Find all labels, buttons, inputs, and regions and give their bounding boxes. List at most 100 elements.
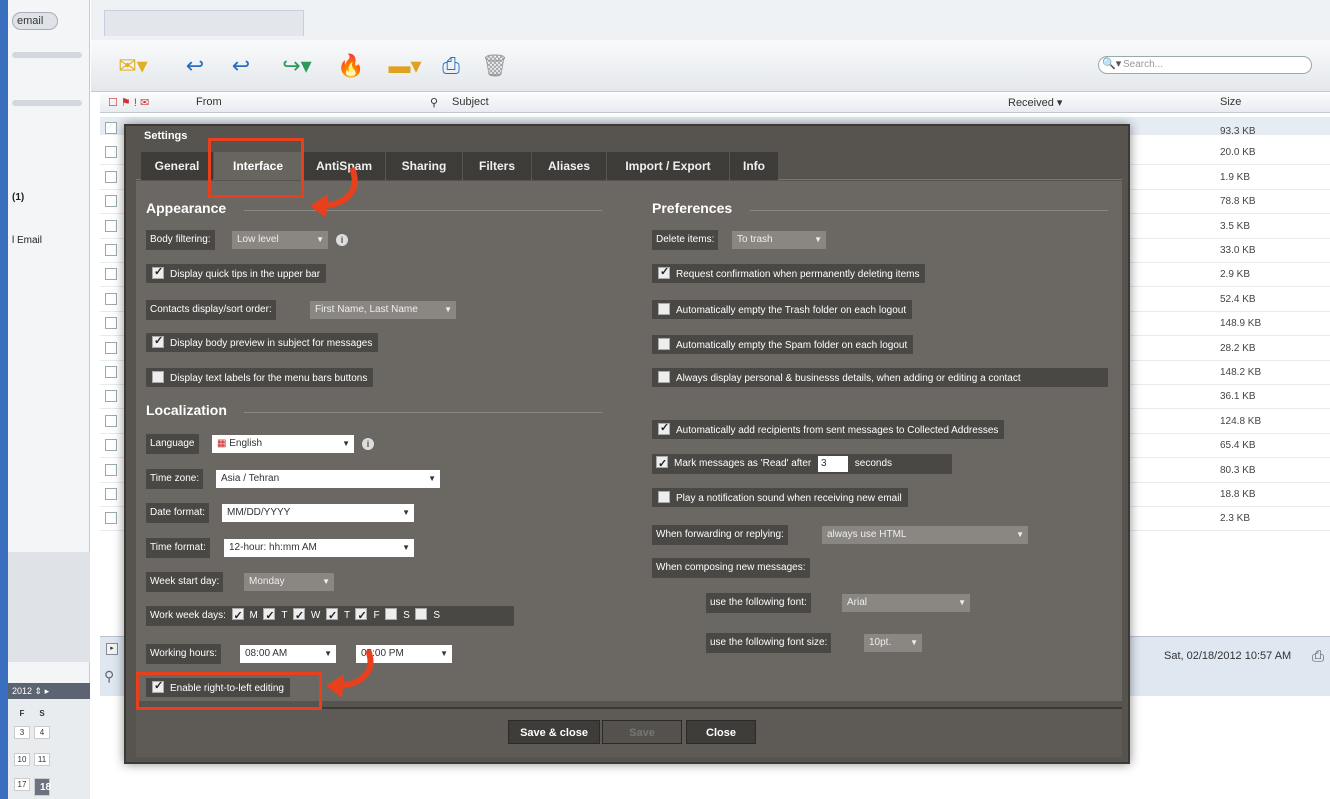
folder-count[interactable]: (1) [12, 192, 24, 203]
seconds-label: seconds [854, 458, 893, 469]
checkbox[interactable] [658, 421, 670, 435]
email-button[interactable]: email [12, 12, 58, 30]
row-checkbox[interactable] [105, 146, 117, 159]
search-input[interactable]: Search... [1098, 56, 1312, 74]
font-size-select[interactable]: 10pt. ▼ [864, 634, 922, 652]
quick-tips-option[interactable]: Display quick tips in the upper bar [146, 264, 327, 283]
calendar-day[interactable]: 4 [34, 726, 50, 739]
column-from[interactable]: From [196, 96, 222, 108]
info-icon[interactable]: i [362, 438, 374, 450]
body-filtering-select[interactable]: Low level ▼ [232, 231, 328, 249]
row-checkbox[interactable] [105, 170, 117, 183]
info-icon[interactable]: i [336, 234, 348, 246]
reply-icon[interactable]: ↩ [179, 52, 211, 80]
checkbox[interactable] [152, 265, 164, 279]
text-labels-option[interactable]: Display text labels for the menu bars bu… [146, 368, 374, 387]
checkbox-tuesday[interactable] [263, 606, 276, 626]
appearance-heading: Appearance [146, 200, 227, 216]
save-close-button[interactable]: Save & close [508, 720, 600, 744]
font-value: Arial [847, 597, 868, 608]
save-button[interactable]: Save [602, 720, 682, 744]
calendar-day[interactable]: 11 [34, 753, 50, 766]
checkbox[interactable] [656, 454, 668, 474]
row-checkbox[interactable] [105, 219, 117, 232]
empty-trash-option[interactable]: Automatically empty the Trash folder on … [652, 300, 913, 319]
fire-icon[interactable]: 🔥 [337, 52, 365, 80]
personal-details-option[interactable]: Always display personal & businesss deta… [652, 368, 1108, 387]
browser-tab[interactable] [104, 10, 304, 36]
mark-read-seconds-input[interactable]: 3 [818, 456, 848, 472]
font-select[interactable]: Arial ▼ [842, 594, 970, 612]
checkbox-sunday[interactable] [415, 608, 428, 620]
print-icon[interactable]: ⎙ [437, 52, 465, 80]
checkbox-saturday[interactable] [385, 608, 398, 620]
column-subject[interactable]: Subject [452, 96, 489, 108]
print-icon[interactable]: ⎙ [1312, 648, 1324, 665]
checkbox[interactable] [658, 303, 670, 315]
row-checkbox[interactable] [105, 439, 117, 452]
column-size[interactable]: Size [1220, 96, 1241, 108]
row-checkbox[interactable] [105, 488, 117, 500]
flag-icon[interactable]: ☐ ⚑ ! ✉ [108, 96, 149, 109]
notification-option[interactable]: Play a notification sound when receiving… [652, 488, 908, 507]
row-checkbox[interactable]: ✓ [105, 122, 117, 134]
tab-sharing[interactable]: Sharing [386, 152, 462, 180]
trash-icon[interactable]: 🗑 [481, 52, 509, 80]
timezone-select[interactable]: Asia / Tehran ▼ [216, 470, 440, 488]
checkbox[interactable] [152, 371, 164, 383]
row-checkbox[interactable] [105, 317, 117, 330]
calendar-day[interactable]: 17 [14, 778, 30, 791]
row-checkbox[interactable] [105, 341, 117, 354]
new-mail-icon[interactable]: ✉▾ [109, 52, 157, 80]
row-checkbox[interactable] [105, 244, 117, 256]
row-checkbox[interactable] [105, 463, 117, 476]
checkbox-wednesday[interactable] [292, 606, 305, 626]
delete-items-select[interactable]: To trash ▼ [732, 231, 826, 249]
time-format-value: 12-hour: hh:mm AM [229, 542, 317, 553]
tab-general[interactable]: General [141, 152, 213, 180]
empty-spam-option[interactable]: Automatically empty the Spam folder on e… [652, 335, 914, 354]
checkbox[interactable] [658, 371, 670, 383]
checkbox[interactable] [658, 265, 670, 279]
size-cell: 28.2 KB [1220, 342, 1256, 354]
column-received[interactable]: Received ▾ [1008, 96, 1062, 109]
row-checkbox[interactable] [105, 292, 117, 305]
row-checkbox[interactable] [105, 268, 117, 281]
checkbox[interactable] [152, 334, 164, 348]
folder-icon[interactable]: ▬▾ [381, 52, 429, 80]
checkbox-monday[interactable] [231, 606, 244, 626]
tab-filters[interactable]: Filters [463, 152, 531, 180]
close-button[interactable]: Close [686, 720, 756, 744]
search-icon[interactable]: 🔍▾ [1102, 57, 1121, 70]
expand-button[interactable]: ▸ [106, 643, 118, 655]
calendar-day[interactable]: 3 [14, 726, 30, 739]
calendar-day-selected[interactable]: 18 [34, 778, 51, 796]
checkbox-thursday[interactable] [325, 606, 338, 626]
checkbox[interactable] [658, 338, 670, 350]
row-checkbox[interactable] [105, 366, 117, 378]
checkbox-friday[interactable] [355, 606, 368, 626]
forwarding-select[interactable]: always use HTML ▼ [822, 526, 1028, 544]
language-select[interactable]: ▦ English ▼ [212, 435, 354, 453]
date-format-select[interactable]: MM/DD/YYYY ▼ [222, 504, 414, 522]
contacts-order-select[interactable]: First Name, Last Name ▼ [310, 301, 456, 319]
folder-email[interactable]: l Email [12, 235, 42, 246]
row-checkbox[interactable] [105, 512, 117, 525]
row-checkbox[interactable] [105, 195, 117, 208]
row-checkbox[interactable] [105, 414, 117, 427]
arrow-annotation-icon [326, 648, 374, 698]
tab-import-export[interactable]: Import / Export [607, 152, 729, 180]
reply-all-icon[interactable]: ↩ [225, 52, 257, 80]
time-format-select[interactable]: 12-hour: hh:mm AM ▼ [224, 539, 414, 557]
tab-aliases[interactable]: Aliases [532, 152, 606, 180]
row-checkbox[interactable] [105, 390, 117, 403]
size-cell: 124.8 KB [1220, 415, 1262, 427]
tab-info[interactable]: Info [730, 152, 778, 180]
calendar-day[interactable]: 10 [14, 753, 30, 766]
forward-icon[interactable]: ↪▾ [273, 52, 321, 80]
body-preview-option[interactable]: Display body preview in subject for mess… [146, 333, 379, 352]
checkbox[interactable] [658, 491, 670, 503]
confirm-delete-option[interactable]: Request confirmation when permanently de… [652, 264, 926, 283]
collected-addresses-option[interactable]: Automatically add recipients from sent m… [652, 420, 1005, 439]
week-start-select[interactable]: Monday ▼ [244, 573, 334, 591]
